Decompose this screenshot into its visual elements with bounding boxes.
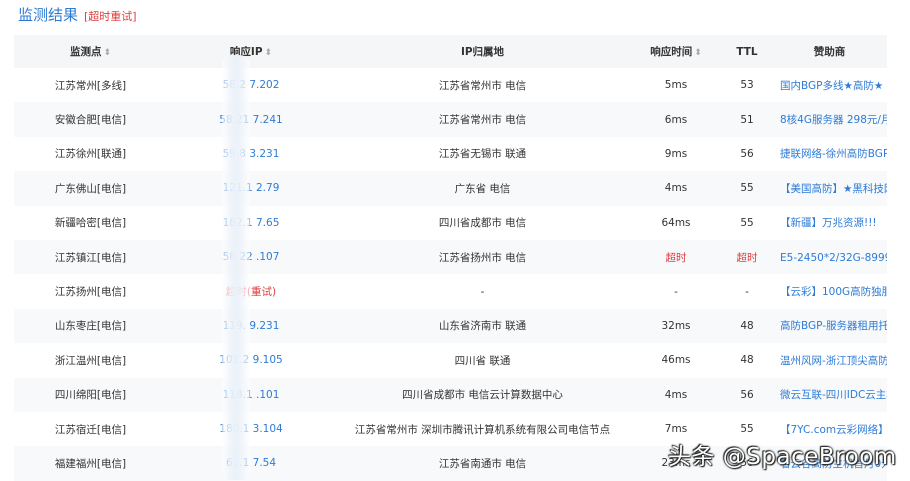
cell-ttl: 56 <box>740 147 754 160</box>
cell-sponsor-link[interactable]: 高防BGP-服务器租用托管 <box>772 309 887 343</box>
cell-point: 山东枣庄[电信] <box>54 320 127 333</box>
cell-time: 4ms <box>664 388 688 401</box>
cell-time: 32ms <box>661 319 691 332</box>
cell-ttl: 56 <box>740 388 754 401</box>
col-header-ttl: TTL <box>736 45 758 58</box>
cell-location: - <box>480 285 485 298</box>
sort-icon: ⬍ <box>264 48 273 58</box>
cell-ip-link[interactable]: 58.21 7.241 <box>167 102 335 136</box>
cell-point: 安徽合肥[电信] <box>54 114 127 127</box>
table-row: 江苏扬州[电信] 超时(重试) - - - 【云彩】100G高防独服450元 <box>14 274 887 308</box>
cell-time: 4ms <box>664 182 688 195</box>
cell-time-timeout: 超时 <box>665 251 687 264</box>
cell-point: 新疆哈密[电信] <box>54 217 127 230</box>
cell-sponsor-link[interactable]: 【云彩】100G高防独服450元 <box>772 274 887 308</box>
cell-sponsor-link[interactable]: 8核4G服务器 298元/月 <box>772 102 887 136</box>
cell-point: 江苏宿迁[电信] <box>54 423 127 436</box>
cell-ip-timeout-retry[interactable]: 超时(重试) <box>167 274 335 308</box>
cell-time: 6ms <box>664 113 688 126</box>
page-title: 监测结果 <box>18 6 79 24</box>
sort-icon: ⬍ <box>694 48 702 58</box>
col-header-ip[interactable]: 响应IP ⬍ <box>167 35 335 68</box>
cell-ip-link[interactable]: 58.2 7.202 <box>167 68 335 102</box>
cell-location: 江苏省无锡市 联通 <box>438 148 527 161</box>
sort-icon: ⬍ <box>103 48 112 58</box>
cell-ip-link[interactable]: 119. 9.231 <box>167 309 335 343</box>
cell-ip-link[interactable]: 118.1 .101 <box>167 378 335 412</box>
cell-point: 江苏镇江[电信] <box>54 251 127 264</box>
cell-location: 江苏省扬州市 电信 <box>438 251 527 264</box>
result-header: 监测结果 [超时重试] <box>18 4 137 25</box>
cell-ip-link[interactable]: 180.1 3.104 <box>167 412 335 446</box>
cell-sponsor-link[interactable]: 【美国高防】★黑科技网站秒开 <box>772 171 887 205</box>
cell-ttl: 55 <box>740 216 754 229</box>
cell-ip-link[interactable]: 121.1 2.79 <box>167 171 335 205</box>
cell-ip-link[interactable]: 58.22 .107 <box>167 240 335 274</box>
cell-ttl: 48 <box>740 319 754 332</box>
cell-sponsor-link[interactable]: 温州风网-浙江顶尖高防 <box>772 343 887 377</box>
cell-ttl: 55 <box>740 182 754 195</box>
table-row: 安徽合肥[电信] 58.21 7.241 江苏省常州市 电信 6ms 51 8核… <box>14 102 887 137</box>
cell-time: 46ms <box>661 354 691 367</box>
cell-location: 江苏省常州市 深圳市腾讯计算机系统有限公司电信节点 <box>354 423 611 436</box>
cell-ip-link[interactable]: 101.2 9.105 <box>167 343 335 377</box>
cell-sponsor-link[interactable]: 捷联网络-徐州高防BGP三线 <box>772 137 887 171</box>
table-header-row: 监测点 ⬍ 响应IP ⬍ IP归属地 响应时间 ⬍ TTL 赞助商 <box>14 35 887 68</box>
cell-point: 浙江温州[电信] <box>54 354 127 367</box>
monitor-results-table: 监测点 ⬍ 响应IP ⬍ IP归属地 响应时间 ⬍ TTL 赞助商 江苏常州[多线] … <box>14 35 887 481</box>
cell-sponsor-link[interactable]: E5-2450*2/32G-8999元送产权 <box>772 240 887 274</box>
cell-ttl: 48 <box>740 354 754 367</box>
table-row: 江苏镇江[电信] 58.22 .107 江苏省扬州市 电信 超时 超时 E5-2… <box>14 239 887 275</box>
cell-point: 广东佛山[电信] <box>54 182 127 195</box>
cell-location: 四川省 联通 <box>454 354 511 367</box>
cell-point: 江苏常州[多线] <box>54 79 127 92</box>
cell-ttl-timeout: 超时 <box>736 251 758 264</box>
cell-sponsor-link[interactable]: 【新疆】万兆资源!!! <box>772 206 887 240</box>
cell-location: 山东省济南市 联通 <box>438 320 527 333</box>
cell-ttl: 51 <box>740 113 754 126</box>
cell-sponsor-link[interactable]: 国内BGP多线★高防★ <box>772 68 887 102</box>
cell-ttl: 53 <box>740 79 754 92</box>
table-row: 新疆哈密[电信] 182.1 7.65 四川省成都市 电信 64ms 55 【新… <box>14 206 887 240</box>
col-header-location: IP归属地 <box>460 46 505 58</box>
cell-point: 江苏徐州[联通] <box>54 148 127 161</box>
cell-time: 5ms <box>664 79 688 92</box>
table-row: 浙江温州[电信] 101.2 9.105 四川省 联通 46ms 48 温州风网… <box>14 343 887 377</box>
cell-ip-link[interactable]: 182.1 7.65 <box>167 206 335 240</box>
cell-sponsor-link[interactable]: 微云互联-四川IDC云主机 <box>772 378 887 412</box>
timeout-retry-link[interactable]: [超时重试] <box>84 8 137 24</box>
cell-time: 64ms <box>661 216 691 229</box>
cell-ip-link[interactable]: 61.1 7.54 <box>167 446 335 480</box>
table-row: 广东佛山[电信] 121.1 2.79 广东省 电信 4ms 55 【美国高防】… <box>14 171 887 206</box>
cell-location: 江苏省常州市 电信 <box>438 79 527 92</box>
cell-location: 四川省成都市 电信云计算数据中心 <box>402 389 563 402</box>
ip-redaction-blur <box>222 55 250 480</box>
cell-ttl: - <box>745 285 749 298</box>
cell-location: 广东省 电信 <box>454 182 511 195</box>
cell-ip-link[interactable]: 59.8 3.231 <box>167 137 335 171</box>
cell-location: 江苏省常州市 电信 <box>438 114 527 127</box>
cell-time: 9ms <box>664 147 688 160</box>
table-row: 江苏常州[多线] 58.2 7.202 江苏省常州市 电信 5ms 53 国内B… <box>14 68 887 102</box>
cell-point: 福建福州[电信] <box>54 457 127 470</box>
table-row: 山东枣庄[电信] 119. 9.231 山东省济南市 联通 32ms 48 高防… <box>14 308 887 344</box>
table-row: 四川绵阳[电信] 118.1 .101 四川省成都市 电信云计算数据中心 4ms… <box>14 377 887 412</box>
col-header-point[interactable]: 监测点 ⬍ <box>14 35 167 68</box>
cell-point: 四川绵阳[电信] <box>54 389 127 402</box>
table-row: 江苏徐州[联通] 59.8 3.231 江苏省无锡市 联通 9ms 56 捷联网… <box>14 137 887 171</box>
cell-location: 四川省成都市 电信 <box>438 217 527 230</box>
col-header-time[interactable]: 响应时间 ⬍ <box>630 35 722 68</box>
cell-location: 江苏省南通市 电信 <box>438 457 527 470</box>
cell-point: 江苏扬州[电信] <box>54 286 127 299</box>
col-header-sponsor: 赞助商 <box>813 46 846 58</box>
cell-time: - <box>674 285 678 298</box>
watermark: 头条 @SpaceBroom <box>668 444 897 470</box>
